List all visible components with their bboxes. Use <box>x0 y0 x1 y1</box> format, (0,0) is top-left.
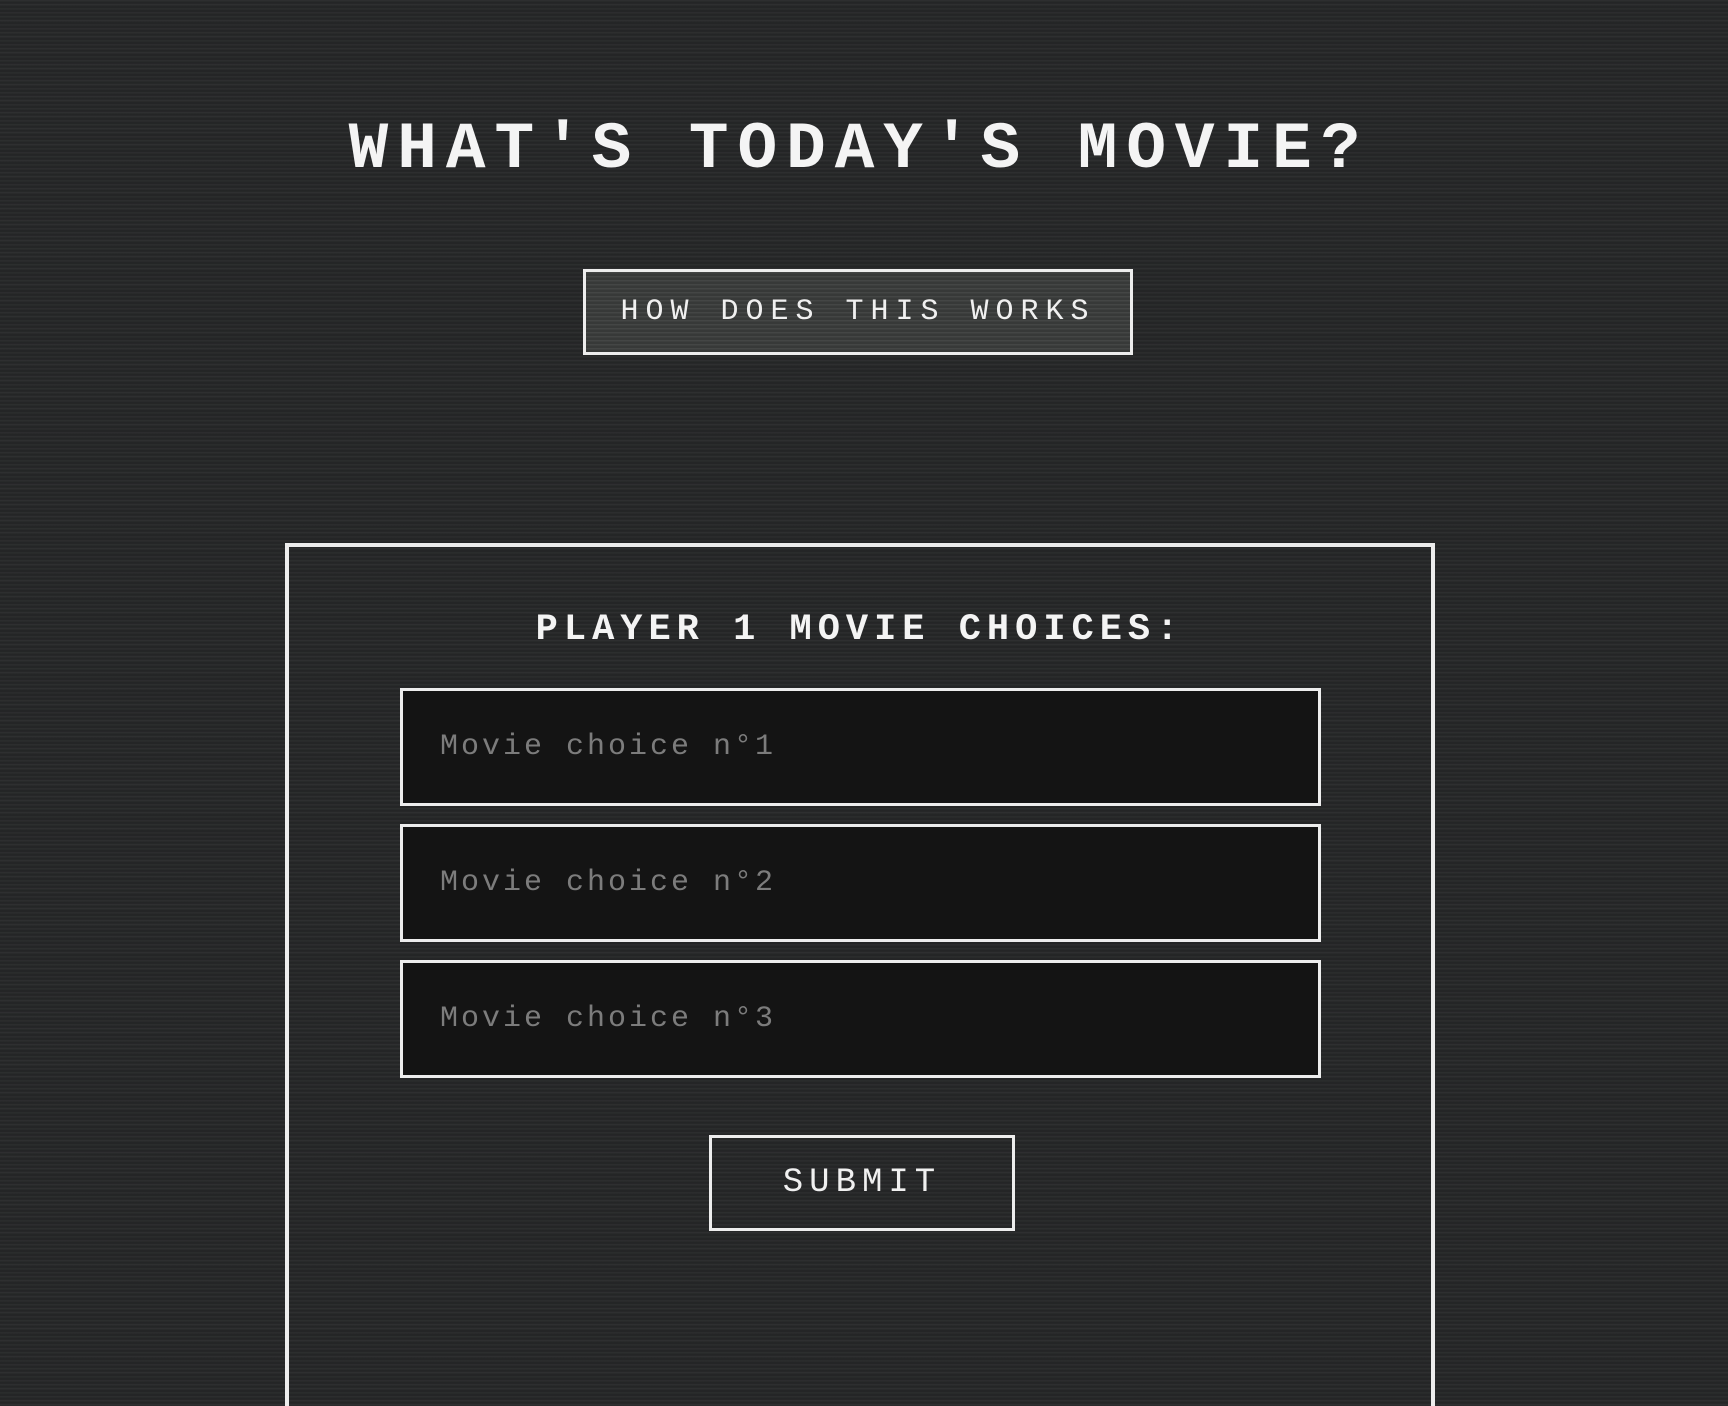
movie-choice-1-input[interactable] <box>400 688 1321 806</box>
player-choices-title: PLAYER 1 MOVIE CHOICES: <box>535 609 1185 651</box>
how-it-works-button[interactable]: HOW DOES THIS WORKS <box>583 269 1133 355</box>
movie-choice-2-input[interactable] <box>400 824 1321 942</box>
player-choices-panel: PLAYER 1 MOVIE CHOICES: SUBMIT <box>285 543 1435 1406</box>
movie-choice-3-input[interactable] <box>400 960 1321 1078</box>
page-title: WHAT'S TODAY'S MOVIE? <box>348 112 1370 187</box>
submit-button[interactable]: SUBMIT <box>709 1135 1015 1231</box>
